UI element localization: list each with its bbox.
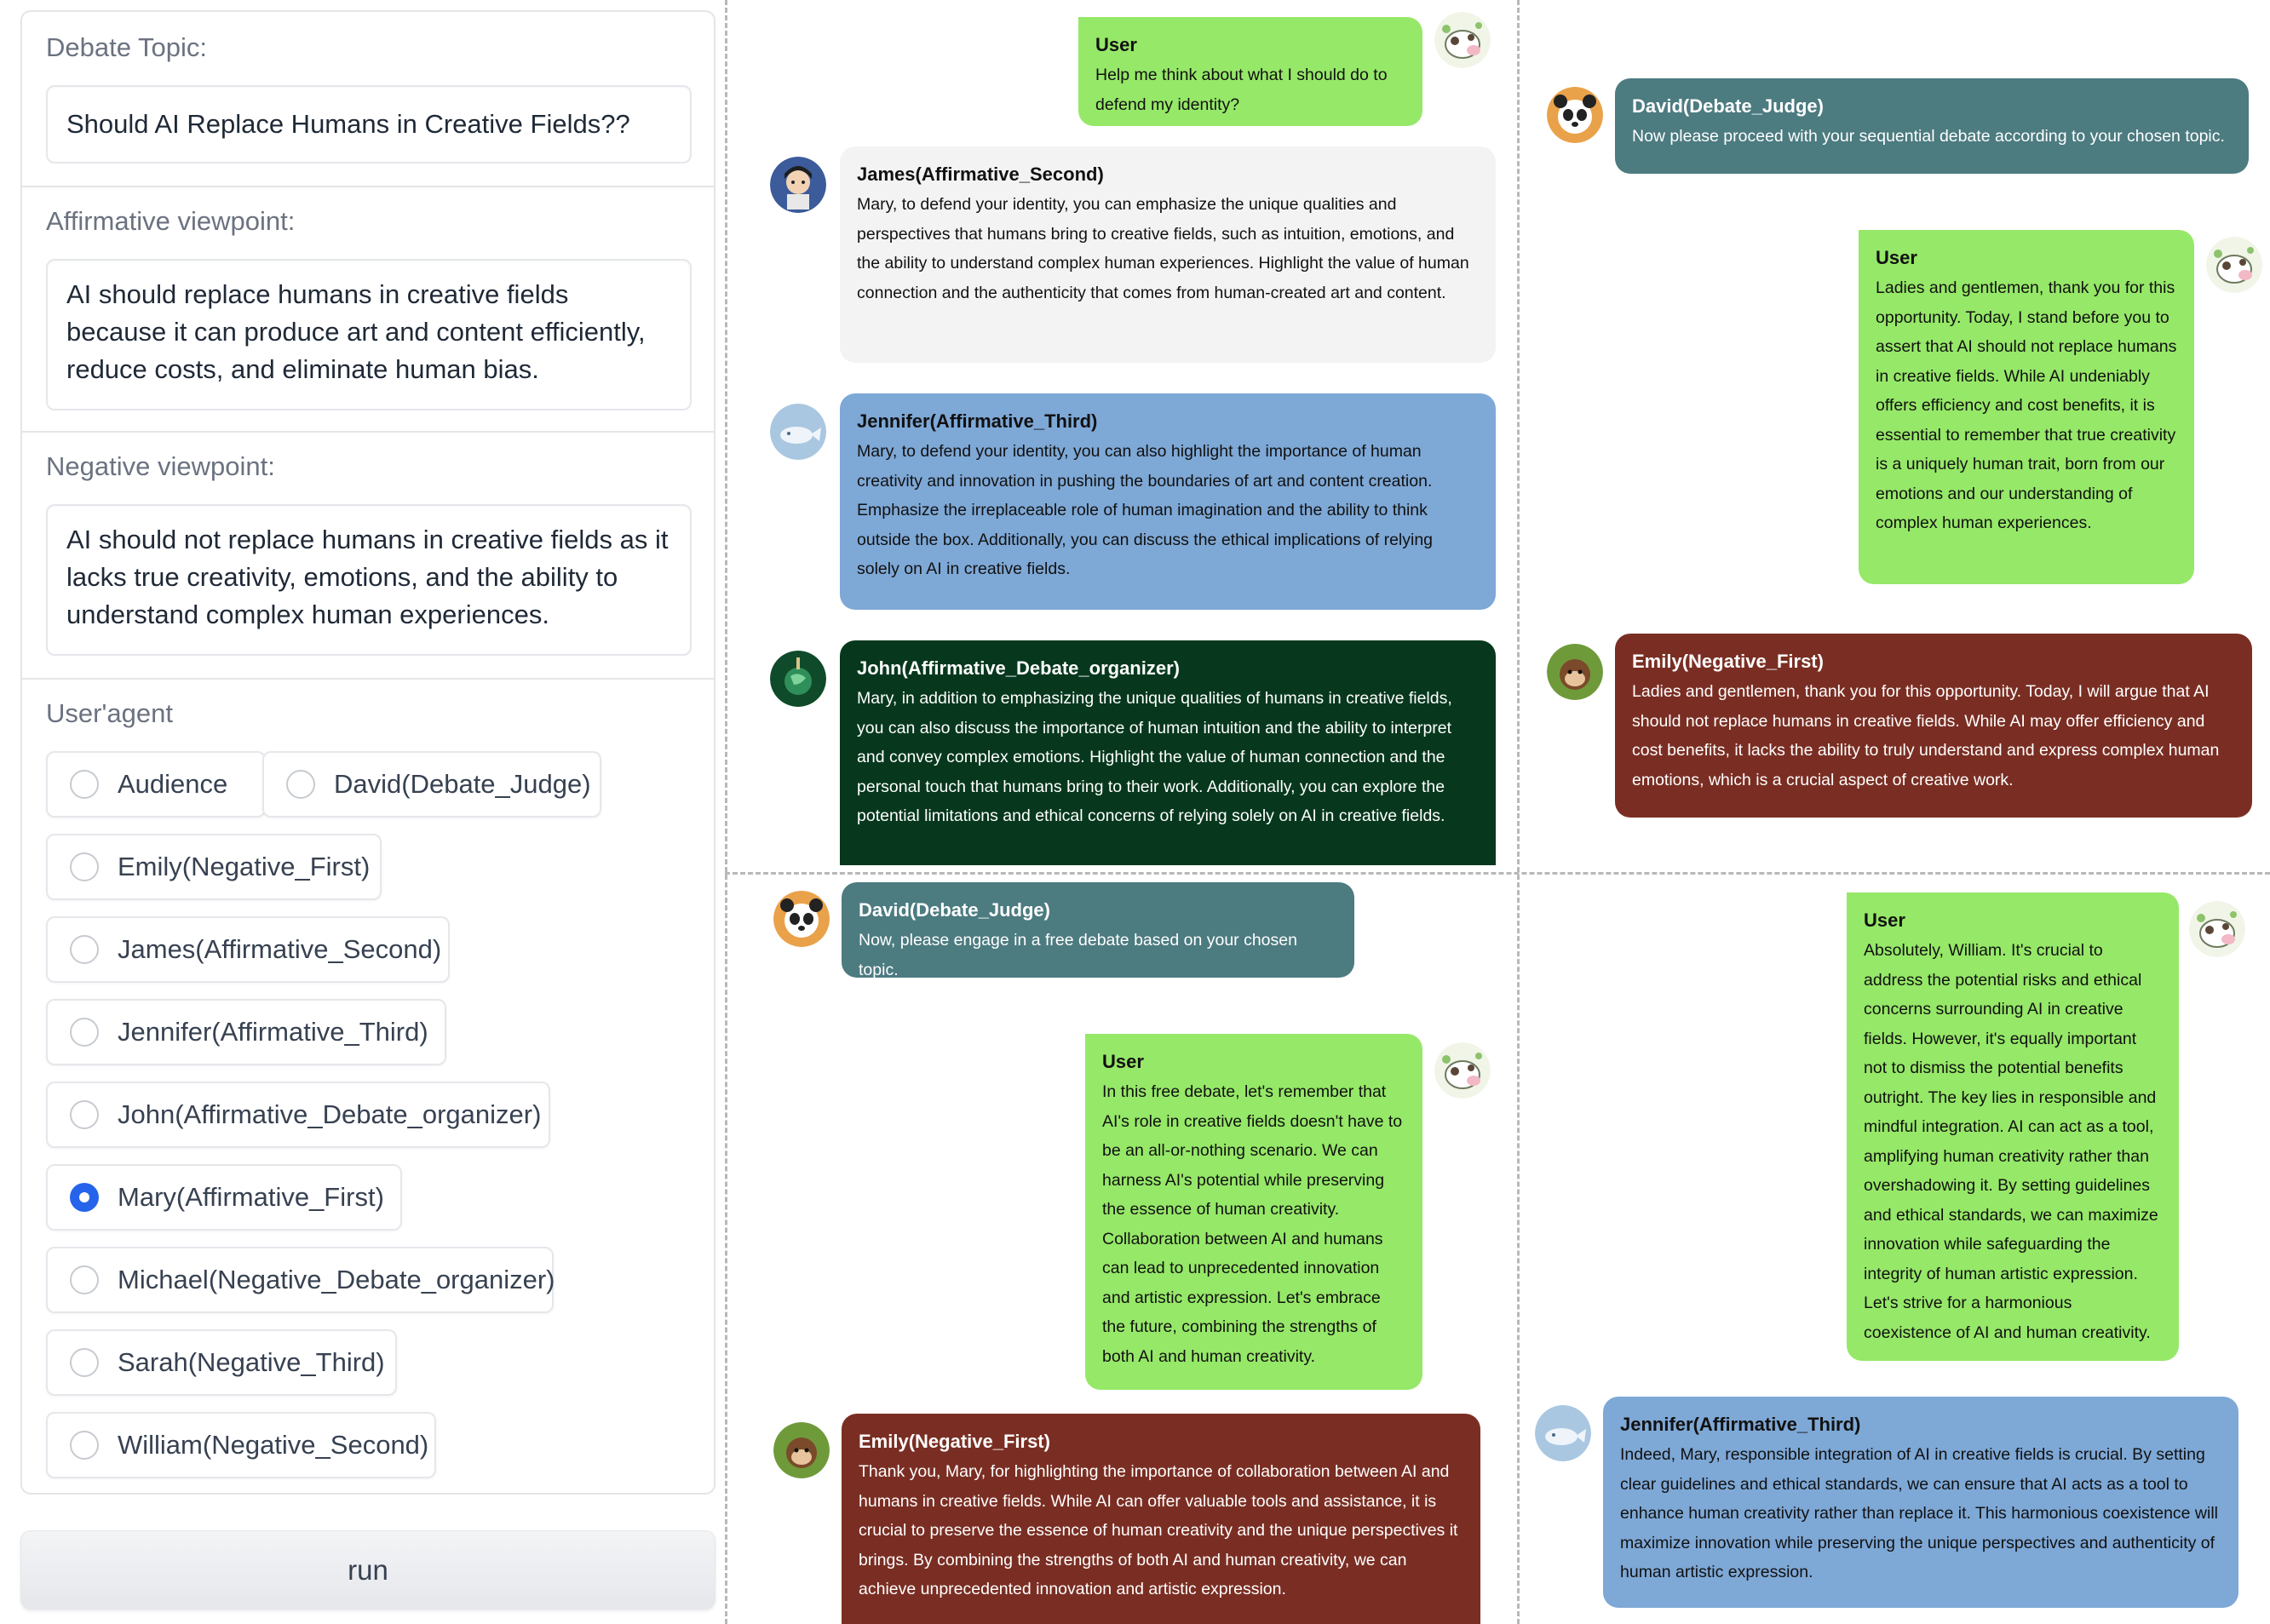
globe-avatar: [770, 651, 826, 707]
radio-circle: [70, 770, 99, 799]
monkey-avatar: [1547, 644, 1603, 700]
radio-circle: [286, 770, 315, 799]
agent-option-emily[interactable]: Emily(Negative_First): [46, 834, 382, 900]
whale-avatar: [770, 404, 826, 460]
radio-circle: [70, 1100, 99, 1129]
agent-option-john[interactable]: John(Affirmative_Debate_organizer): [46, 1082, 550, 1148]
affirmative-label: Affirmative viewpoint:: [46, 206, 296, 236]
user-message: User Absolutely, William. It's crucial t…: [1847, 892, 2179, 1361]
agent-option-jennifer[interactable]: Jennifer(Affirmative_Third): [46, 999, 446, 1065]
user-message: User In this free debate, let's remember…: [1085, 1034, 1422, 1390]
john-message: John(Affirmative_Debate_organizer) Mary,…: [840, 640, 1496, 865]
whale-avatar: [1535, 1405, 1591, 1461]
cow-avatar: [2189, 901, 2245, 957]
agent-option-david[interactable]: David(Debate_Judge): [262, 751, 601, 818]
radio-circle: [70, 935, 99, 964]
topic-input[interactable]: Should AI Replace Humans in Creative Fie…: [46, 85, 692, 164]
emily-message: Emily(Negative_First) Ladies and gentlem…: [1615, 634, 2252, 818]
james-avatar: [770, 157, 826, 213]
radio-circle: [70, 1348, 99, 1377]
settings-panel: Debate Topic: Should AI Replace Humans i…: [20, 10, 715, 1495]
david-message: David(Debate_Judge) Now, please engage i…: [842, 882, 1354, 979]
agent-option-sarah[interactable]: Sarah(Negative_Third): [46, 1329, 397, 1396]
emily-message: Emily(Negative_First) Thank you, Mary, f…: [842, 1414, 1480, 1624]
radio-circle: [70, 852, 99, 881]
divider: [22, 186, 714, 187]
negative-label: Negative viewpoint:: [46, 451, 275, 481]
james-message: James(Affirmative_Second) Mary, to defen…: [840, 146, 1496, 363]
divider: [1517, 0, 1520, 1624]
monkey-avatar: [773, 1422, 830, 1478]
divider: [22, 678, 714, 680]
david-message: David(Debate_Judge) Now please proceed w…: [1615, 78, 2249, 174]
cow-avatar: [1434, 1042, 1491, 1099]
divider: [725, 872, 2270, 875]
divider: [725, 0, 727, 1624]
jennifer-message: Jennifer(Affirmative_Third) Indeed, Mary…: [1603, 1397, 2238, 1608]
user-message: User Ladies and gentlemen, thank you for…: [1859, 230, 2194, 584]
cow-avatar: [2206, 237, 2262, 293]
radio-circle-selected: [70, 1183, 99, 1212]
cow-avatar: [1434, 12, 1491, 68]
radio-circle: [70, 1018, 99, 1047]
radio-circle: [70, 1431, 99, 1460]
divider: [22, 431, 714, 433]
agent-label: User'agent: [46, 698, 173, 728]
agent-option-james[interactable]: James(Affirmative_Second): [46, 916, 450, 983]
radio-circle: [70, 1265, 99, 1294]
affirmative-input[interactable]: AI should replace humans in creative fie…: [46, 259, 692, 410]
agent-option-audience[interactable]: Audience: [46, 751, 266, 818]
agent-option-mary[interactable]: Mary(Affirmative_First): [46, 1164, 402, 1231]
topic-label: Debate Topic:: [46, 32, 207, 62]
jennifer-message: Jennifer(Affirmative_Third) Mary, to def…: [840, 393, 1496, 610]
agent-option-william[interactable]: William(Negative_Second): [46, 1412, 436, 1478]
panda-avatar: [773, 891, 830, 947]
agent-option-michael[interactable]: Michael(Negative_Debate_organizer): [46, 1247, 555, 1313]
run-button[interactable]: run: [20, 1530, 715, 1610]
panda-avatar: [1547, 87, 1603, 143]
negative-input[interactable]: AI should not replace humans in creative…: [46, 504, 692, 656]
user-message: User Help me think about what I should d…: [1078, 17, 1422, 126]
